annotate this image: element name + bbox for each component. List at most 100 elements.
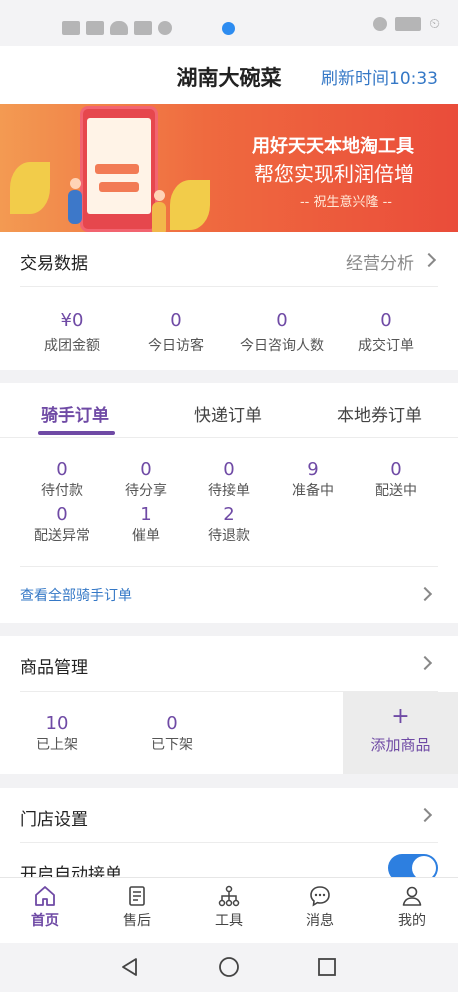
trade-data-card: 交易数据 经营分析 ¥0 成团金额 0 今日访客 0 今日咨询人数 0 成交订单: [0, 232, 458, 370]
banner-headline: 用好天天本地淘工具: [252, 136, 414, 157]
count-pending-accept[interactable]: 0 待接单: [189, 459, 269, 500]
count-urge[interactable]: 1 催单: [106, 504, 186, 545]
stat-label: 成交订单: [358, 338, 414, 354]
goods-label: 已下架: [151, 737, 193, 753]
count-label: 催单: [132, 528, 160, 544]
alarm-icon: [373, 17, 388, 31]
tabbar-after-sales[interactable]: 售后: [97, 884, 177, 930]
stat-consultations[interactable]: 0 今日咨询人数: [226, 310, 338, 355]
count-value: 0: [56, 504, 68, 525]
count-value: 2: [223, 504, 235, 525]
person-illustration: [68, 190, 82, 224]
chevron-right-icon: [417, 807, 433, 823]
status-icons-left: [62, 16, 172, 40]
plus-icon: +: [391, 704, 410, 729]
person-illustration: [152, 202, 166, 232]
count-value: 1: [140, 504, 152, 525]
home-icon: [35, 886, 55, 906]
document-icon: [129, 886, 145, 906]
notification-icon: [158, 21, 172, 35]
home-circle-icon[interactable]: [218, 956, 240, 978]
store-settings-title: 门店设置: [20, 810, 88, 830]
back-icon[interactable]: [119, 956, 141, 978]
stat-value: 0: [380, 310, 392, 331]
leaf-decoration: [10, 162, 50, 214]
divider: [0, 437, 458, 438]
stat-label: 今日咨询人数: [240, 338, 324, 354]
status-bar: ⏲: [0, 0, 458, 46]
tabbar-mine[interactable]: 我的: [372, 884, 452, 930]
count-label: 配送中: [375, 483, 417, 499]
tabbar-label: 我的: [398, 913, 426, 929]
goods-listed[interactable]: 10 已上架: [17, 713, 97, 754]
business-analysis-link[interactable]: 经营分析: [328, 246, 438, 274]
tabbar-tools[interactable]: 工具: [189, 884, 269, 930]
chevron-right-icon: [417, 655, 433, 671]
goods-management-row[interactable]: 商品管理: [0, 636, 458, 690]
tools-icon: [218, 885, 240, 907]
tabbar-label: 消息: [306, 913, 334, 929]
status-icons-right: ⏲: [373, 16, 440, 32]
count-pending-payment[interactable]: 0 待付款: [22, 459, 102, 500]
refresh-time-button[interactable]: 刷新时间10:33: [321, 64, 438, 89]
recent-apps-icon[interactable]: [316, 956, 338, 978]
leaf-decoration: [170, 180, 210, 230]
count-label: 待接单: [208, 483, 250, 499]
clock-icon: ⏲: [429, 16, 440, 32]
goods-management-title: 商品管理: [20, 658, 88, 678]
person-illustration: [70, 178, 81, 189]
count-label: 待退款: [208, 528, 250, 544]
browser-icon: [222, 22, 235, 35]
orders-card: 骑手订单 快递订单 本地券订单 0 待付款 0 待分享 0 待接单 9 准备中 …: [0, 383, 458, 623]
tab-rider-orders[interactable]: 骑手订单: [41, 401, 109, 426]
stat-group-amount[interactable]: ¥0 成团金额: [22, 310, 122, 355]
header: 湖南大碗菜 刷新时间10:33: [0, 46, 458, 104]
view-all-label: 查看全部骑手订单: [20, 588, 132, 604]
count-label: 待付款: [41, 483, 83, 499]
tabbar-label: 售后: [123, 913, 151, 929]
count-label: 准备中: [292, 483, 334, 499]
stat-value: 0: [170, 310, 182, 331]
count-pending-share[interactable]: 0 待分享: [106, 459, 186, 500]
tab-express-orders[interactable]: 快递订单: [194, 401, 262, 426]
count-label: 待分享: [125, 483, 167, 499]
business-analysis-label: 经营分析: [346, 254, 414, 274]
phone-screen-illustration: [87, 118, 151, 214]
stat-label: 今日访客: [148, 338, 204, 354]
store-settings-row[interactable]: 门店设置: [0, 788, 458, 842]
notification-icon: [134, 21, 152, 35]
banner-tagline: -- 祝生意兴隆 --: [299, 195, 392, 210]
promo-banner[interactable]: 用好天天本地淘工具 帮您实现利润倍增 -- 祝生意兴隆 --: [0, 104, 458, 232]
battery-icon: [395, 17, 422, 31]
stat-value: ¥0: [60, 310, 84, 331]
count-value: 0: [223, 459, 235, 480]
goods-label: 已上架: [36, 737, 78, 753]
count-value: 0: [140, 459, 152, 480]
active-tab-indicator: [38, 431, 115, 435]
view-all-rider-orders-link[interactable]: 查看全部骑手订单: [0, 569, 458, 619]
add-goods-button[interactable]: + 添加商品: [343, 692, 458, 774]
goods-value: 10: [45, 713, 69, 734]
stat-label: 成团金额: [44, 338, 100, 354]
count-pending-refund[interactable]: 2 待退款: [189, 504, 269, 545]
trade-data-title: 交易数据: [20, 254, 88, 274]
count-delivery-exception[interactable]: 0 配送异常: [22, 504, 102, 545]
goods-value: 0: [166, 713, 178, 734]
tabbar-messages[interactable]: 消息: [280, 884, 360, 930]
chevron-right-icon: [421, 252, 437, 268]
stat-value: 0: [276, 310, 288, 331]
tab-local-coupon-orders[interactable]: 本地券订单: [337, 401, 422, 426]
count-value: 0: [56, 459, 68, 480]
banner-subheadline: 帮您实现利润倍增: [254, 162, 414, 186]
count-label: 配送异常: [34, 528, 90, 544]
count-value: 0: [390, 459, 402, 480]
count-preparing[interactable]: 9 准备中: [273, 459, 353, 500]
chevron-right-icon: [417, 586, 433, 602]
tabbar-home[interactable]: 首页: [5, 884, 85, 930]
count-delivering[interactable]: 0 配送中: [356, 459, 436, 500]
stat-orders[interactable]: 0 成交订单: [336, 310, 436, 355]
wifi-icon: [110, 21, 128, 35]
goods-delisted[interactable]: 0 已下架: [132, 713, 212, 754]
stat-visitors[interactable]: 0 今日访客: [126, 310, 226, 355]
signal-icon: [86, 21, 104, 35]
